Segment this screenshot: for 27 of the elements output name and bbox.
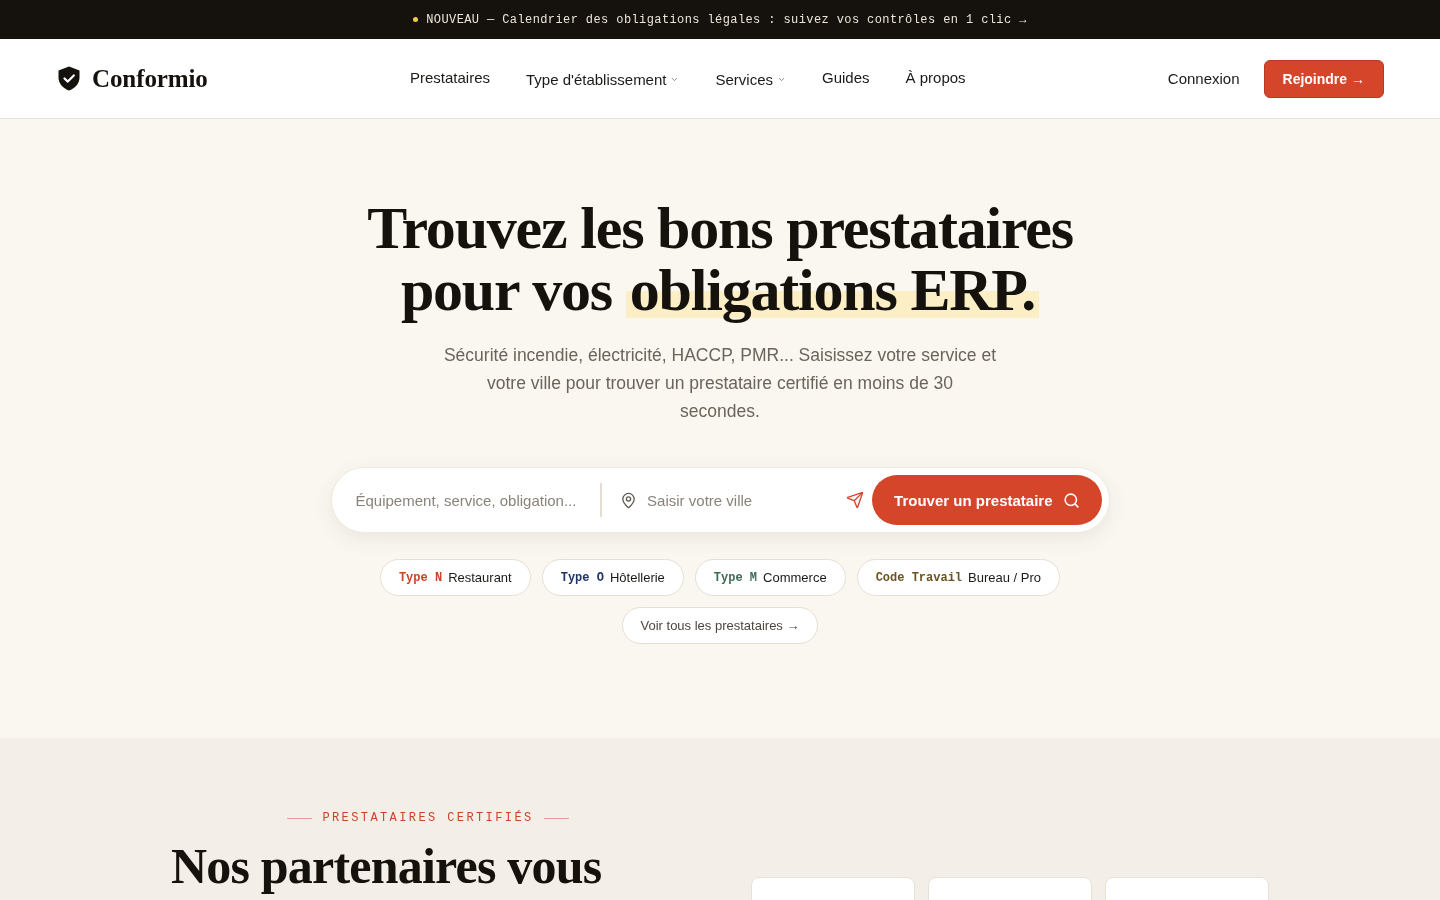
category-chip[interactable]: Type M Commerce — [694, 559, 846, 596]
find-button[interactable]: Trouver un prestataire — [872, 475, 1102, 525]
search-icon — [1062, 491, 1080, 509]
nav-link[interactable]: Type d'établissement — [526, 71, 680, 88]
nav-link[interactable]: À propos — [905, 69, 966, 86]
logo-text: Conformio — [92, 64, 208, 93]
category-chip[interactable]: Type O Hôtellerie — [541, 559, 684, 596]
category-chip[interactable]: Type N Restaurant — [379, 559, 531, 596]
join-button[interactable]: Rejoindre → — [1263, 59, 1384, 98]
login-link[interactable]: Connexion — [1167, 70, 1240, 87]
dot-icon — [413, 17, 419, 22]
section-eyebrow: PRESTATAIRES CERTIFIÉS — [322, 810, 534, 826]
hero-subtitle: Sécurité incendie, électricité, HACCP, PMR... Saisissez votre service et votre ville pour trouver un prestataire certifié en moins de 30 secondes. — [443, 344, 997, 423]
logo[interactable]: Conformio — [58, 64, 208, 93]
nav-link[interactable]: Services — [715, 71, 786, 88]
category-chip[interactable]: Code Travail Bureau / Pro — [856, 559, 1061, 596]
section-title: Nos partenaires vous — [171, 840, 603, 892]
city-field[interactable]: Saisir votre ville — [647, 480, 847, 520]
shield-check-icon — [58, 66, 80, 91]
all-providers-button[interactable]: Voir tous les prestataires → — [621, 607, 819, 644]
hero-title: Trouvez les bons prestataires pour vos obligations ERP. — [366, 197, 1074, 321]
nav-link[interactable]: Guides — [822, 69, 870, 86]
service-field[interactable]: Équipement, service, obligation... — [355, 480, 601, 520]
paper-plane-icon[interactable] — [846, 491, 865, 509]
location-pin-icon — [620, 491, 638, 509]
nav-link[interactable]: Prestataires — [410, 69, 491, 86]
announcement-link[interactable]: NOUVEAU — Calendrier des obligations légales : suivez vos contrôles en 1 clic → — [426, 12, 1027, 27]
